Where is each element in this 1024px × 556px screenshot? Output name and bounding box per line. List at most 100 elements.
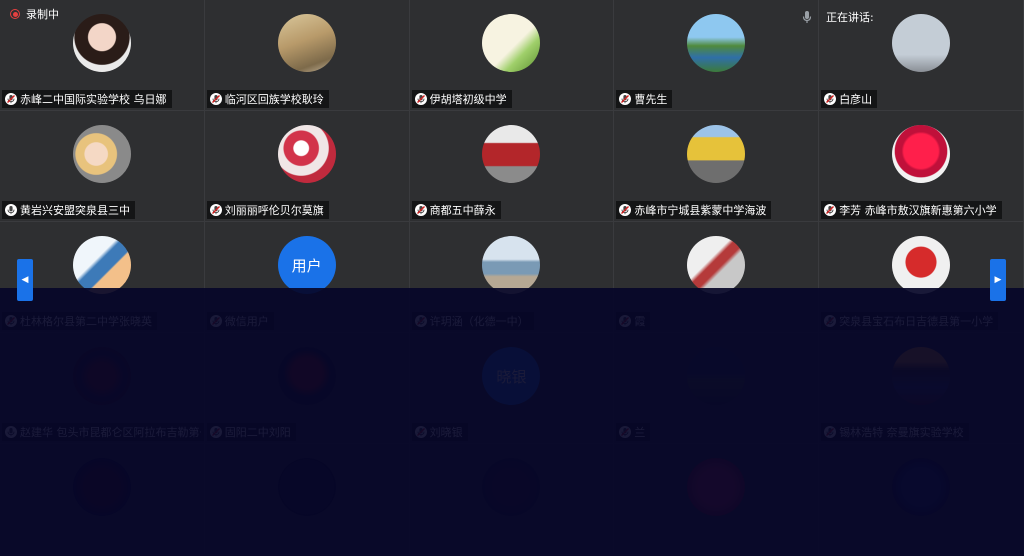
mic-muted-icon [824,204,837,216]
avatar [72,458,131,516]
participant-nameplate: 临河区回族学校耿玲 [206,90,329,108]
participant-name: 固阳二中刘阳 [224,426,291,439]
participant-nameplate: 微信用户 [206,312,274,330]
participant-tile[interactable]: 刘丽丽呼伦贝尔莫旗 [204,111,410,222]
chevron-right-icon: ▶ [994,275,1002,285]
avatar [892,14,951,72]
mic-muted-icon [414,204,427,216]
mic-muted-icon [619,204,632,216]
participant-tile[interactable]: 霞 [614,222,820,333]
avatar [482,14,541,72]
mic-muted-icon [5,315,17,327]
participant-name: 曹先生 [634,93,668,106]
participant-nameplate: 赤峰市宁城县紫蒙中学海波 [616,201,772,219]
participant-tile[interactable]: 赵建华 包头市昆都仑区阿拉布吉勒第一完全小 [0,333,205,444]
avatar [687,347,746,405]
participant-nameplate: 赤峰二中国际实验学校 乌日娜 [2,90,172,108]
participant-tile[interactable]: 曹先生 [614,0,820,111]
mic-muted-icon [209,315,222,327]
participant-name: 赤峰市宁城县紫蒙中学海波 [634,204,767,217]
mic-muted-icon [209,93,222,105]
participant-name: 李芳 赤峰市敖汉旗新惠第六小学 [839,204,997,217]
mic-muted-icon [414,93,427,105]
participant-tile[interactable]: 固阳二中刘阳 [204,333,410,444]
prev-page-button[interactable]: ◀ [17,259,33,301]
participant-name: 白彦山 [839,93,873,106]
participant-tile[interactable]: 晓银 刘晓银 [409,333,615,444]
participant-name: 霞 [634,315,646,328]
avatar [277,14,336,72]
speaking-indicator: 正在讲话: [802,0,874,34]
avatar [892,458,951,516]
avatar [72,236,131,294]
mic-muted-icon [209,426,222,438]
participant-tile[interactable]: 李芳 赤峰市敖汉旗新惠第六小学 [819,111,1024,222]
mic-muted-icon [209,204,222,216]
avatar-text: 用户 [277,236,336,294]
participant-name: 杜林格尔县第二中学张晓英 [20,315,152,328]
participant-tile[interactable]: 伊胡塔初级中学 [409,0,615,111]
avatar [482,236,541,294]
participant-name: 兰 [634,426,646,439]
participant-tile[interactable] [614,444,820,555]
avatar [687,236,746,294]
participant-name: 赤峰二中国际实验学校 乌日娜 [20,93,167,106]
mic-muted-icon [824,93,837,105]
participant-name: 伊胡塔初级中学 [429,93,507,106]
avatar [277,125,336,183]
participant-nameplate: 黄岩兴安盟突泉县三中 [2,201,135,219]
avatar [72,347,131,405]
mic-muted-icon [414,315,427,327]
mic-icon [5,204,17,216]
participant-name: 许玥涵（化德一中） [429,315,529,328]
mic-icon [5,426,17,438]
next-page-button[interactable]: ▶ [990,259,1006,301]
participant-name: 锡林浩特 奈曼旗实验学校 [839,426,964,439]
participant-name: 商都五中薛永 [429,204,496,217]
participant-tile[interactable]: 临河区回族学校耿玲 [204,0,410,111]
participant-nameplate: 赵建华 包头市昆都仑区阿拉布吉勒第一完全小 [2,423,204,441]
participant-nameplate: 商都五中薛永 [411,201,501,219]
microphone-icon [802,11,812,23]
participant-tile[interactable] [819,444,1024,555]
avatar [892,347,951,405]
recording-indicator[interactable]: 录制中 [10,6,59,22]
participant-tile[interactable]: 赤峰市宁城县紫蒙中学海波 [614,111,820,222]
participant-nameplate: 李芳 赤峰市敖汉旗新惠第六小学 [821,201,1002,219]
avatar [72,125,131,183]
participant-tile[interactable] [409,444,615,555]
participant-nameplate: 刘晓银 [411,423,468,441]
participant-nameplate: 刘丽丽呼伦贝尔莫旗 [206,201,329,219]
participant-tile[interactable]: 黄岩兴安盟突泉县三中 [0,111,205,222]
record-icon [10,9,20,19]
participant-name: 刘丽丽呼伦贝尔莫旗 [224,204,324,217]
avatar [482,125,541,183]
participant-tile[interactable]: 商都五中薛永 [409,111,615,222]
participant-nameplate: 突泉县宝石布日吉德县第一小学 [821,312,999,330]
recording-label: 录制中 [26,8,59,21]
participant-tile[interactable] [204,444,410,555]
participant-name: 黄岩兴安盟突泉县三中 [20,204,130,217]
mic-muted-icon [414,426,427,438]
participant-nameplate: 固阳二中刘阳 [206,423,296,441]
participant-tile[interactable]: 兰 [614,333,820,444]
participant-nameplate: 伊胡塔初级中学 [411,90,512,108]
participant-nameplate: 许玥涵（化德一中） [411,312,534,330]
avatar [72,14,131,72]
participant-nameplate: 白彦山 [821,90,878,108]
participant-tile[interactable] [0,444,205,555]
avatar [482,458,541,516]
participant-nameplate: 杜林格尔县第二中学张晓英 [2,312,157,330]
participant-name: 赵建华 包头市昆都仑区阿拉布吉勒第一完全小 [20,426,201,439]
mic-muted-icon [824,315,837,327]
participant-nameplate: 霞 [616,312,651,330]
participant-tile[interactable]: 用户 微信用户 [204,222,410,333]
participant-name: 突泉县宝石布日吉德县第一小学 [839,315,994,328]
participant-tile[interactable]: 许玥涵（化德一中） [409,222,615,333]
participant-name: 刘晓银 [429,426,463,439]
avatar [277,347,336,405]
chevron-left-icon: ◀ [21,275,29,285]
avatar [687,14,746,72]
participant-tile[interactable]: 锡林浩特 奈曼旗实验学校 [819,333,1024,444]
mic-muted-icon [5,93,17,105]
